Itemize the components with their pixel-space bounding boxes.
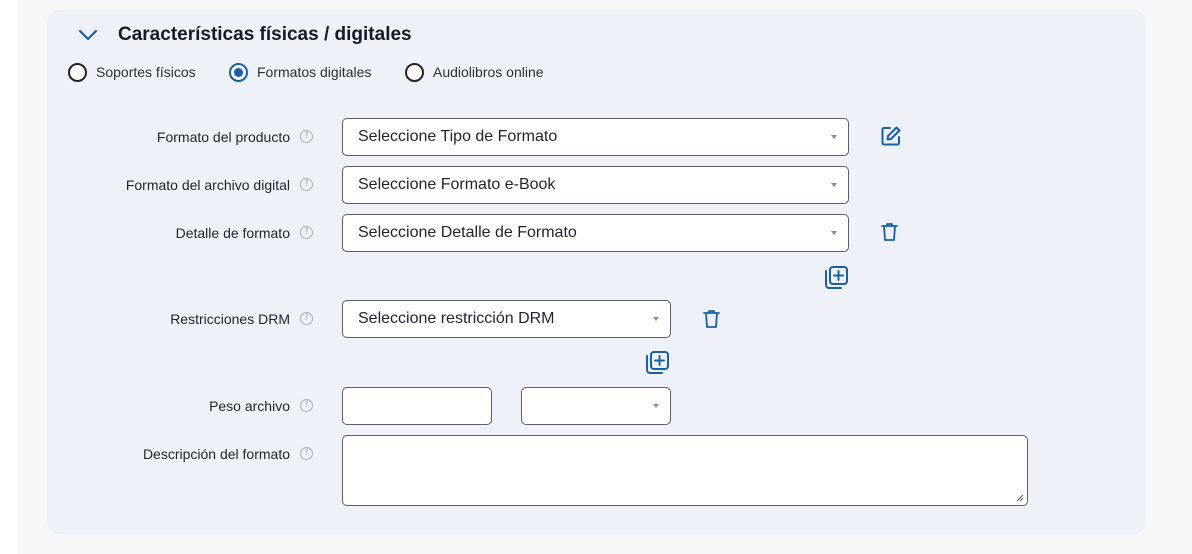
radio-label: Soportes físicos xyxy=(96,64,196,80)
trash-icon[interactable] xyxy=(703,309,720,329)
descripcion-formato-label: Descripción del formato xyxy=(142,446,290,462)
formato-archivo-select[interactable]: Seleccione Formato e-Book xyxy=(342,166,849,204)
section-title: Características físicas / digitales xyxy=(118,24,412,45)
trash-icon[interactable] xyxy=(881,222,898,242)
caret-down-icon xyxy=(831,135,837,139)
edit-icon[interactable] xyxy=(880,125,902,147)
select-value: Seleccione Tipo de Formato xyxy=(358,128,558,145)
add-copy-icon[interactable] xyxy=(643,349,670,376)
formato-archivo-label: Formato del archivo digital xyxy=(125,177,290,193)
peso-archivo-label: Peso archivo xyxy=(209,398,290,414)
radio-button[interactable] xyxy=(68,62,87,82)
detalle-formato-select[interactable]: Seleccione Detalle de Formato xyxy=(342,214,849,252)
radio-soportes-fisicos[interactable]: Soportes físicos xyxy=(68,62,196,82)
formato-producto-label: Formato del producto xyxy=(156,129,290,145)
radio-label: Audiolibros online xyxy=(433,64,544,80)
select-value: Seleccione Detalle de Formato xyxy=(358,224,577,241)
add-copy-icon[interactable] xyxy=(822,264,849,291)
formato-producto-select[interactable]: Seleccione Tipo de Formato xyxy=(342,118,849,156)
peso-unidad-select[interactable] xyxy=(521,387,671,425)
help-icon[interactable]: ? xyxy=(300,399,313,412)
help-icon[interactable]: ? xyxy=(300,178,313,191)
peso-archivo-input[interactable] xyxy=(342,387,492,425)
descripcion-formato-textarea[interactable] xyxy=(342,435,1028,506)
help-icon[interactable]: ? xyxy=(300,312,313,325)
radio-button-selected[interactable] xyxy=(229,62,248,82)
radio-button[interactable] xyxy=(405,62,424,82)
radio-formatos-digitales[interactable]: Formatos digitales xyxy=(229,62,371,82)
caret-down-icon xyxy=(653,317,659,321)
detalle-formato-label: Detalle de formato xyxy=(175,225,290,241)
select-value: Seleccione Formato e-Book xyxy=(358,176,556,193)
radio-audiolibros-online[interactable]: Audiolibros online xyxy=(405,62,544,82)
caret-down-icon xyxy=(831,231,837,235)
select-value: Seleccione restricción DRM xyxy=(358,310,555,327)
chevron-down-icon[interactable] xyxy=(78,28,98,42)
restricciones-drm-select[interactable]: Seleccione restricción DRM xyxy=(342,300,671,338)
help-icon[interactable]: ? xyxy=(300,130,313,143)
restricciones-drm-label: Restricciones DRM xyxy=(170,311,290,327)
help-icon[interactable]: ? xyxy=(300,447,313,460)
radio-label: Formatos digitales xyxy=(257,64,372,80)
caret-down-icon xyxy=(653,404,659,408)
help-icon[interactable]: ? xyxy=(300,226,313,239)
resize-handle-icon[interactable] xyxy=(1016,494,1024,502)
caret-down-icon xyxy=(831,183,837,187)
